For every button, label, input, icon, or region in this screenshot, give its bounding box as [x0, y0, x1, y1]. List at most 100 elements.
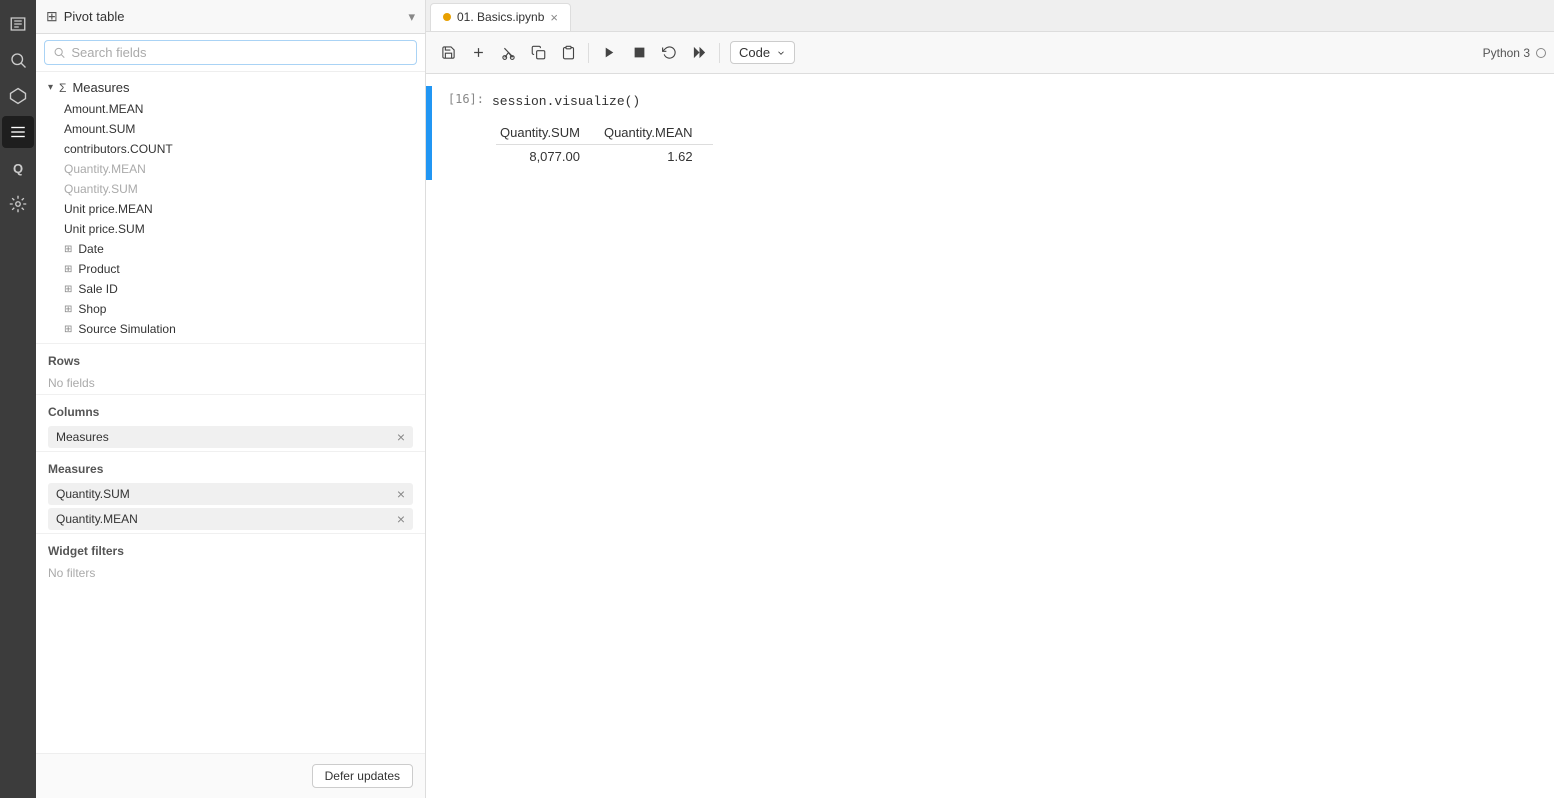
field-label: Quantity.SUM	[64, 182, 138, 196]
widget-filters-label: Widget filters	[36, 533, 425, 562]
code-text: session.visualize()	[492, 94, 640, 109]
dimension-icon: ⊞	[64, 304, 72, 315]
field-label: Amount.SUM	[64, 122, 135, 136]
widget-filters-empty: No filters	[36, 562, 425, 584]
stop-button[interactable]	[625, 39, 653, 67]
measures-section-label: Measures	[36, 451, 425, 480]
fast-forward-button[interactable]	[685, 39, 713, 67]
field-label: Product	[78, 262, 119, 276]
run-button[interactable]	[595, 39, 623, 67]
search-input[interactable]	[71, 45, 408, 60]
search-icon[interactable]	[2, 44, 34, 76]
search-icon	[53, 46, 65, 59]
pivot-panel: ⊞ Pivot table ▾ ▾ Σ Measures Amount.MEAN	[36, 0, 426, 798]
list-item[interactable]: Quantity.SUM	[36, 179, 425, 199]
defer-btn-row: Defer updates	[36, 753, 425, 798]
code-type-label: Code	[739, 45, 770, 60]
rows-empty: No fields	[36, 372, 425, 394]
chip-label: Quantity.SUM	[56, 487, 130, 501]
chip-label: Quantity.MEAN	[56, 512, 138, 526]
field-label: Unit price.MEAN	[64, 202, 153, 216]
field-label: Amount.MEAN	[64, 102, 143, 116]
search-bar	[36, 34, 425, 72]
code-type-dropdown[interactable]: Code	[730, 41, 795, 64]
list-item[interactable]: ⊞ Source Simulation	[36, 319, 425, 339]
extensions-icon[interactable]	[2, 80, 34, 112]
kernel-label: Python 3	[1483, 46, 1530, 60]
plugins-icon[interactable]	[2, 188, 34, 220]
fields-section: ▾ Σ Measures Amount.MEAN Amount.SUM cont…	[36, 72, 425, 343]
paste-button[interactable]	[554, 39, 582, 67]
restart-button[interactable]	[655, 39, 683, 67]
kernel-status: Python 3	[1483, 46, 1546, 60]
list-item[interactable]: Unit price.SUM	[36, 219, 425, 239]
columns-chip-measures: Measures ×	[48, 426, 413, 448]
files-icon[interactable]	[2, 8, 34, 40]
chip-close-button[interactable]: ×	[397, 487, 405, 501]
chip-close-button[interactable]: ×	[397, 512, 405, 526]
add-cell-button[interactable]	[464, 39, 492, 67]
notebook-tab[interactable]: 01. Basics.ipynb ×	[430, 3, 571, 31]
cell-area: [16]: session.visualize() Quantity.SUM Q…	[426, 74, 1554, 798]
chevron-down-icon: ▾	[48, 82, 53, 93]
pivot-body: ▾ Σ Measures Amount.MEAN Amount.SUM cont…	[36, 72, 425, 753]
list-item[interactable]: Quantity.MEAN	[36, 159, 425, 179]
chevron-down-icon	[776, 48, 786, 58]
notebook-area: 01. Basics.ipynb ×	[426, 0, 1554, 798]
chip-close-button[interactable]: ×	[397, 430, 405, 444]
dimension-icon: ⊞	[64, 264, 72, 275]
rows-section-label: Rows	[36, 343, 425, 372]
dimension-icon: ⊞	[64, 244, 72, 255]
columns-section-label: Columns	[36, 394, 425, 423]
dimension-icon: ⊞	[64, 324, 72, 335]
list-icon[interactable]	[2, 116, 34, 148]
code-cell: [16]: session.visualize() Quantity.SUM Q…	[426, 84, 1554, 182]
notebook-toolbar: Code Python 3	[426, 32, 1554, 74]
field-label: contributors.COUNT	[64, 142, 173, 156]
cell-prompt: [16]:	[432, 86, 492, 112]
tab-bar: 01. Basics.ipynb ×	[426, 0, 1554, 32]
list-item[interactable]: Unit price.MEAN	[36, 199, 425, 219]
icon-sidebar: Q	[0, 0, 36, 798]
toolbar-separator	[588, 43, 589, 63]
query-icon[interactable]: Q	[2, 152, 34, 184]
dimension-icon: ⊞	[64, 284, 72, 295]
field-label: Unit price.SUM	[64, 222, 145, 236]
table-row: 8,077.00 1.62	[496, 145, 713, 169]
col-header-quantity-sum: Quantity.SUM	[496, 121, 600, 145]
chip-label: Measures	[56, 430, 109, 444]
col-header-quantity-mean: Quantity.MEAN	[600, 121, 713, 145]
list-item[interactable]: ⊞ Shop	[36, 299, 425, 319]
kernel-status-indicator	[1536, 48, 1546, 58]
sigma-icon: Σ	[59, 81, 66, 95]
list-item[interactable]: contributors.COUNT	[36, 139, 425, 159]
tab-close-button[interactable]: ×	[550, 10, 558, 25]
measures-chip-quantity-mean: Quantity.MEAN ×	[48, 508, 413, 530]
list-item[interactable]: Amount.MEAN	[36, 99, 425, 119]
cell-code[interactable]: session.visualize()	[492, 90, 1554, 113]
pivot-collapse-icon[interactable]: ▾	[408, 9, 415, 25]
cell-quantity-sum: 8,077.00	[496, 145, 600, 169]
measures-chip-quantity-sum: Quantity.SUM ×	[48, 483, 413, 505]
search-input-wrapper[interactable]	[44, 40, 417, 65]
save-button[interactable]	[434, 39, 462, 67]
pivot-icon: ⊞	[46, 8, 58, 25]
field-label: Source Simulation	[78, 322, 175, 336]
cell-content: session.visualize() Quantity.SUM Quantit…	[492, 86, 1554, 180]
toolbar-separator-2	[719, 43, 720, 63]
output-table: Quantity.SUM Quantity.MEAN 8,077.00 1.62	[496, 121, 713, 168]
cut-button[interactable]	[494, 39, 522, 67]
list-item[interactable]: ⊞ Date	[36, 239, 425, 259]
pivot-panel-title: Pivot table	[64, 9, 125, 24]
defer-updates-button[interactable]: Defer updates	[312, 764, 413, 788]
field-label: Sale ID	[78, 282, 117, 296]
measures-label: Measures	[72, 80, 129, 95]
copy-button[interactable]	[524, 39, 552, 67]
list-item[interactable]: ⊞ Sale ID	[36, 279, 425, 299]
list-item[interactable]: Amount.SUM	[36, 119, 425, 139]
field-label: Quantity.MEAN	[64, 162, 146, 176]
pivot-panel-header: ⊞ Pivot table ▾	[36, 0, 425, 34]
field-label: Date	[78, 242, 103, 256]
measures-toggle[interactable]: ▾ Σ Measures	[36, 76, 425, 99]
list-item[interactable]: ⊞ Product	[36, 259, 425, 279]
